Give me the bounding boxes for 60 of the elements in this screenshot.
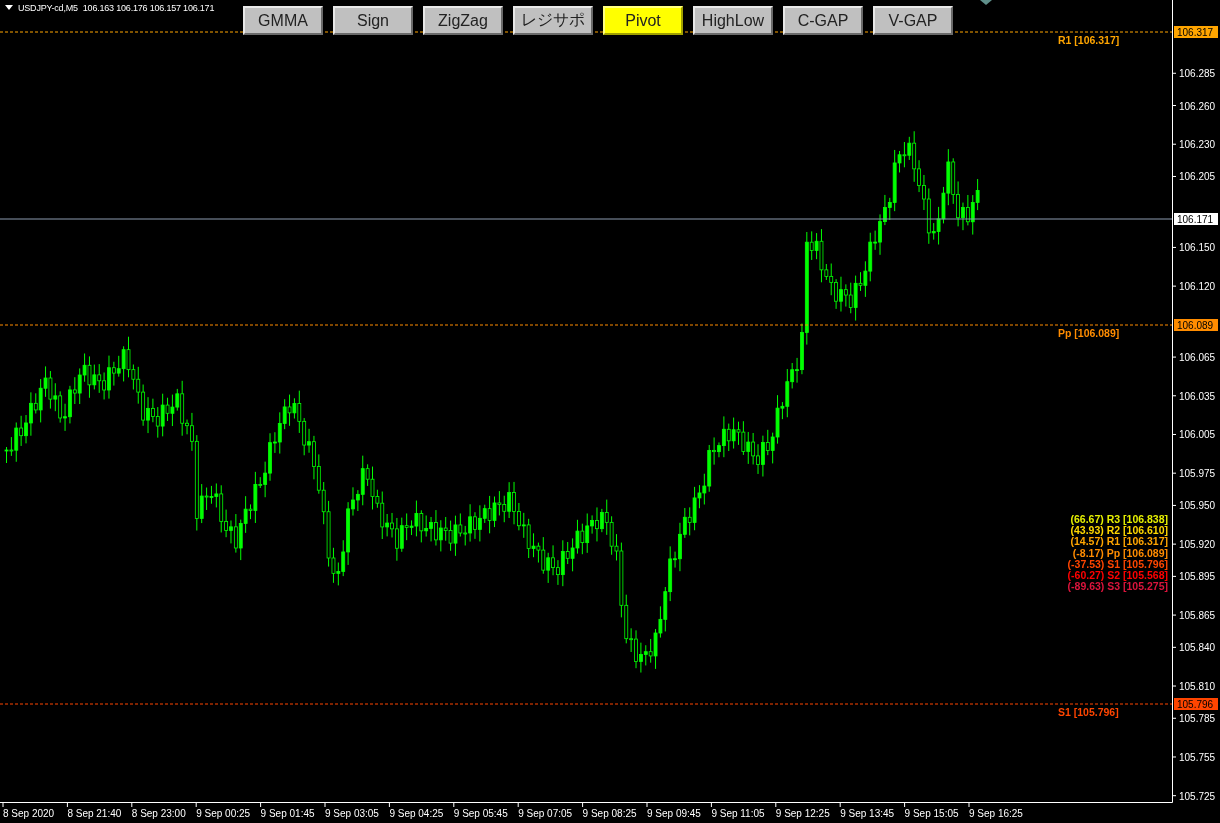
dropdown-icon[interactable] [5,5,13,11]
price-marker: 106.317 [1174,26,1218,38]
time-tick-label: 8 Sep 23:00 [131,808,186,819]
indicator-button[interactable]: C-GAP [783,6,863,35]
price-marker: 106.089 [1174,319,1218,331]
time-tick-label: 9 Sep 08:25 [582,808,637,819]
price-tick-label: 106.120 [1179,281,1216,293]
indicator-button[interactable]: GMMA [243,6,323,35]
price-tick-label: 106.150 [1179,242,1216,254]
price-tick-label: 106.285 [1179,68,1216,80]
time-tick-label: 9 Sep 03:05 [325,808,379,819]
symbol-label: USDJPY-cd,M5 [18,3,78,13]
pivot-row: (-60.27) S2 [105.568] [1067,569,1168,581]
time-tick-label: 9 Sep 13:45 [840,808,895,819]
price-tick-label: 105.865 [1179,610,1216,622]
price-tick-label: 106.260 [1179,100,1216,112]
pivot-row: (43.93) R2 [106.610] [1070,524,1168,537]
time-tick-label: 9 Sep 07:05 [518,808,573,819]
level-label: R1 [106.317] [1058,34,1120,46]
ohlc-values: 106.163 106.176 106.157 106.171 [82,3,215,13]
price-tick-label: 105.785 [1179,713,1216,725]
price-tick-label: 105.725 [1179,790,1216,802]
price-marker: 105.796 [1174,698,1218,710]
price-tick-label: 106.065 [1179,352,1216,364]
time-tick-label: 9 Sep 12:25 [775,808,830,819]
price-marker: 106.171 [1174,213,1218,225]
time-tick-label: 9 Sep 11:05 [711,808,765,819]
level-label: Pp [106.089] [1058,327,1120,339]
time-tick-label: 9 Sep 01:45 [260,808,315,819]
price-tick-label: 105.755 [1179,752,1216,763]
price-tick-label: 106.230 [1179,139,1216,151]
time-tick-label: 8 Sep 21:40 [67,808,122,819]
time-tick-label: 9 Sep 16:25 [969,808,1023,819]
indicator-button[interactable]: Pivot [603,6,683,35]
time-tick-label: 8 Sep 2020 [3,808,55,819]
pivot-row: (-8.17) Pp [106.089] [1072,546,1168,559]
price-tick-label: 106.005 [1179,429,1216,441]
price-tick-label: 105.895 [1179,571,1216,583]
level-label: S1 [105.796] [1058,706,1119,718]
indicator-button[interactable]: HighLow [693,6,773,35]
pivot-row: (14.57) R1 [106.317] [1070,535,1168,548]
price-tick-label: 105.840 [1179,642,1216,654]
price-tick-label: 105.810 [1179,681,1216,693]
indicator-button[interactable]: Sign [333,6,413,35]
price-tick-label: 105.975 [1179,468,1216,480]
time-tick-label: 9 Sep 00:25 [196,808,251,819]
pivot-row: (66.67) R3 [106.838] [1070,513,1168,525]
indicator-button[interactable]: ZigZag [423,6,503,35]
price-tick-label: 105.950 [1179,500,1216,512]
time-tick-label: 9 Sep 04:25 [389,808,444,819]
price-tick-label: 105.920 [1179,539,1216,551]
triangle-marker-icon [980,0,992,5]
indicator-button[interactable]: V-GAP [873,6,953,35]
indicator-button[interactable]: レジサポ [513,6,593,35]
price-tick-label: 106.205 [1179,171,1216,183]
pivot-row: (-89.63) S3 [105.275] [1067,580,1168,593]
time-tick-label: 9 Sep 15:05 [904,808,959,819]
time-tick-label: 9 Sep 09:45 [647,808,701,819]
price-tick-label: 106.035 [1179,390,1216,402]
time-tick-label: 9 Sep 05:45 [453,808,508,819]
